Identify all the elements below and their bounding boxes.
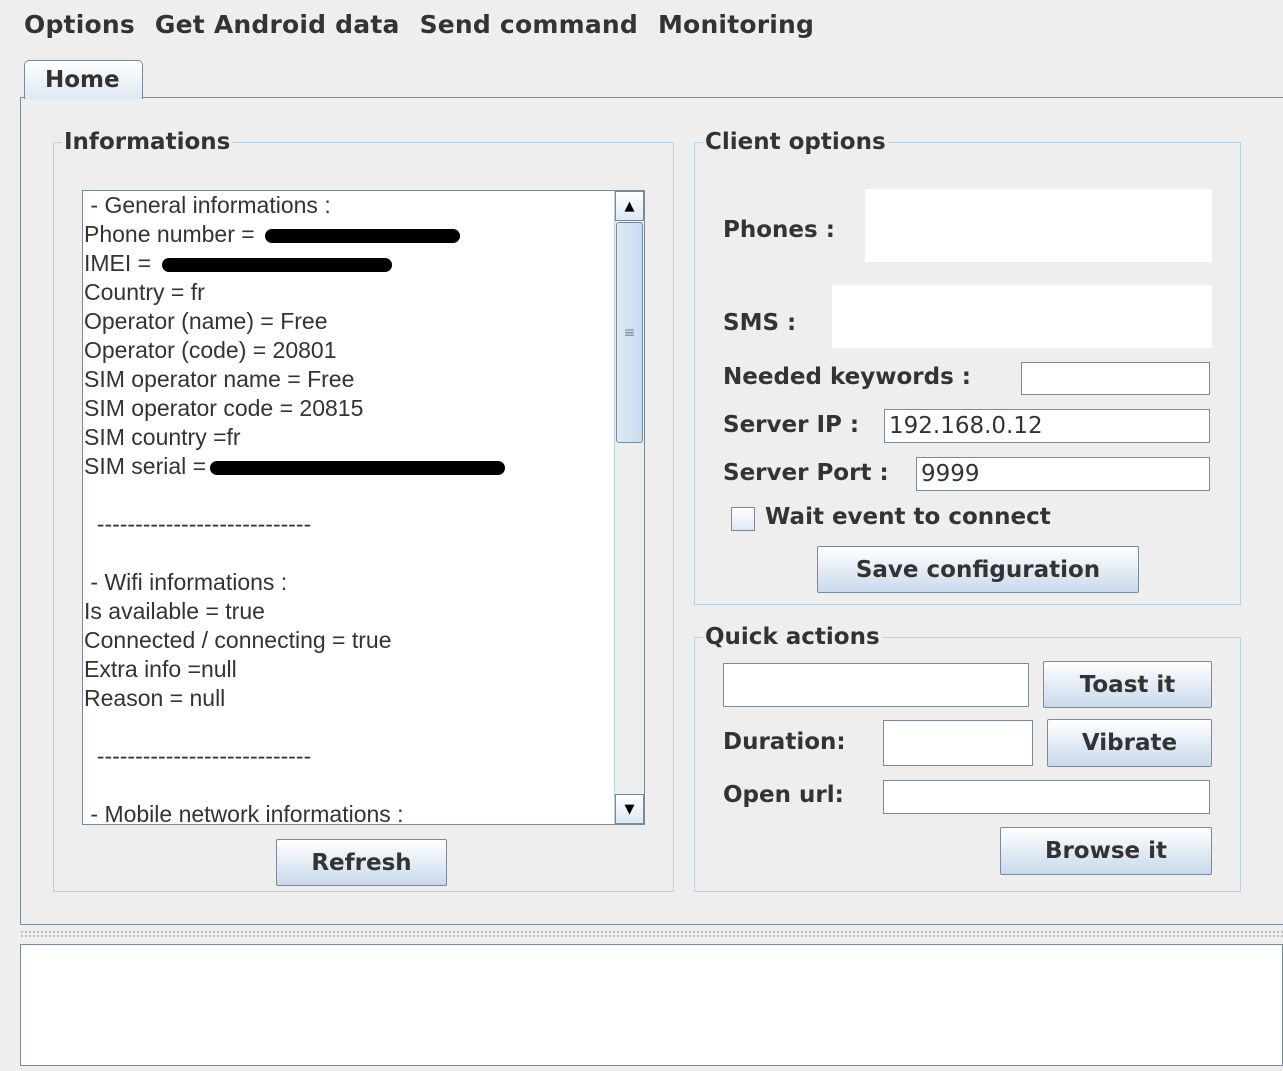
info-line: Extra info =null (84, 656, 237, 682)
redacted-mark (161, 257, 392, 272)
vibrate-button[interactable]: Vibrate (1047, 719, 1212, 767)
client-options-legend: Client options (705, 129, 886, 155)
sms-label: SMS : (723, 310, 797, 336)
info-line: SIM operator code = 20815 (84, 395, 364, 421)
info-line: Connected / connecting = true (84, 627, 392, 653)
phones-field[interactable] (865, 189, 1212, 262)
info-line: - General informations : (84, 192, 331, 218)
informations-legend: Informations (64, 129, 231, 155)
server-ip-label: Server IP : (723, 412, 860, 438)
toast-it-button[interactable]: Toast it (1043, 661, 1212, 708)
open-url-field[interactable] (883, 780, 1210, 814)
needed-keywords-label: Needed keywords : (723, 364, 972, 390)
server-ip-field[interactable]: 192.168.0.12 (884, 409, 1210, 443)
open-url-label: Open url: (723, 782, 844, 808)
tab-home[interactable]: Home (24, 60, 143, 99)
menu-bar: Options Get Android data Send command Mo… (0, 0, 1283, 48)
info-line: Operator (name) = Free (84, 308, 328, 334)
informations-textarea[interactable]: - General informations : Phone number = … (82, 190, 645, 825)
info-line: ---------------------------- (84, 743, 312, 769)
menu-monitoring[interactable]: Monitoring (650, 10, 826, 39)
scrollbar-thumb[interactable]: ≡ (616, 222, 643, 443)
server-port-label: Server Port : (723, 460, 889, 486)
split-pane-divider[interactable] (20, 930, 1283, 938)
needed-keywords-field[interactable] (1021, 362, 1210, 395)
redacted-mark (210, 460, 506, 475)
menu-options[interactable]: Options (16, 10, 147, 39)
wait-event-checkbox[interactable] (731, 507, 755, 531)
menu-get-android-data[interactable]: Get Android data (147, 10, 412, 39)
info-line: SIM country =fr (84, 424, 241, 450)
arrow-up-icon: ▲ (624, 198, 635, 214)
info-line: ---------------------------- (84, 511, 312, 537)
info-line: - Wifi informations : (84, 569, 288, 595)
informations-text: - General informations : Phone number = … (84, 191, 614, 825)
info-line: Reason = null (84, 685, 226, 711)
info-line: SIM operator name = Free (84, 366, 355, 392)
browse-it-button[interactable]: Browse it (1000, 827, 1212, 875)
info-line: IMEI = (84, 249, 614, 278)
save-configuration-button[interactable]: Save configuration (817, 546, 1139, 593)
grip-icon: ≡ (623, 324, 636, 341)
redacted-mark (265, 228, 461, 243)
refresh-button[interactable]: Refresh (276, 839, 447, 886)
wait-event-label: Wait event to connect (765, 504, 1051, 530)
info-line: Operator (code) = 20801 (84, 337, 337, 363)
info-line: - Mobile network informations : (84, 801, 404, 825)
duration-field[interactable] (883, 720, 1033, 766)
info-line: Country = fr (84, 279, 205, 305)
server-port-field[interactable]: 9999 (916, 457, 1210, 491)
scroll-down-button[interactable]: ▼ (615, 794, 644, 824)
info-line: Phone number = (84, 220, 614, 249)
menu-send-command[interactable]: Send command (412, 10, 650, 39)
log-console[interactable] (20, 944, 1283, 1066)
duration-label: Duration: (723, 729, 846, 755)
info-line: SIM serial = (84, 452, 614, 481)
info-line: Is available = true (84, 598, 265, 624)
quick-actions-legend: Quick actions (705, 624, 880, 650)
info-line (84, 539, 614, 568)
scroll-up-button[interactable]: ▲ (615, 191, 644, 221)
sms-field[interactable] (832, 285, 1212, 348)
phones-label: Phones : (723, 217, 835, 243)
arrow-down-icon: ▼ (624, 801, 635, 817)
toast-text-field[interactable] (723, 663, 1029, 707)
info-line (84, 713, 614, 742)
informations-scrollbar[interactable]: ▲ ≡ ▼ (614, 191, 644, 824)
info-line (84, 481, 614, 510)
info-line (84, 771, 614, 800)
